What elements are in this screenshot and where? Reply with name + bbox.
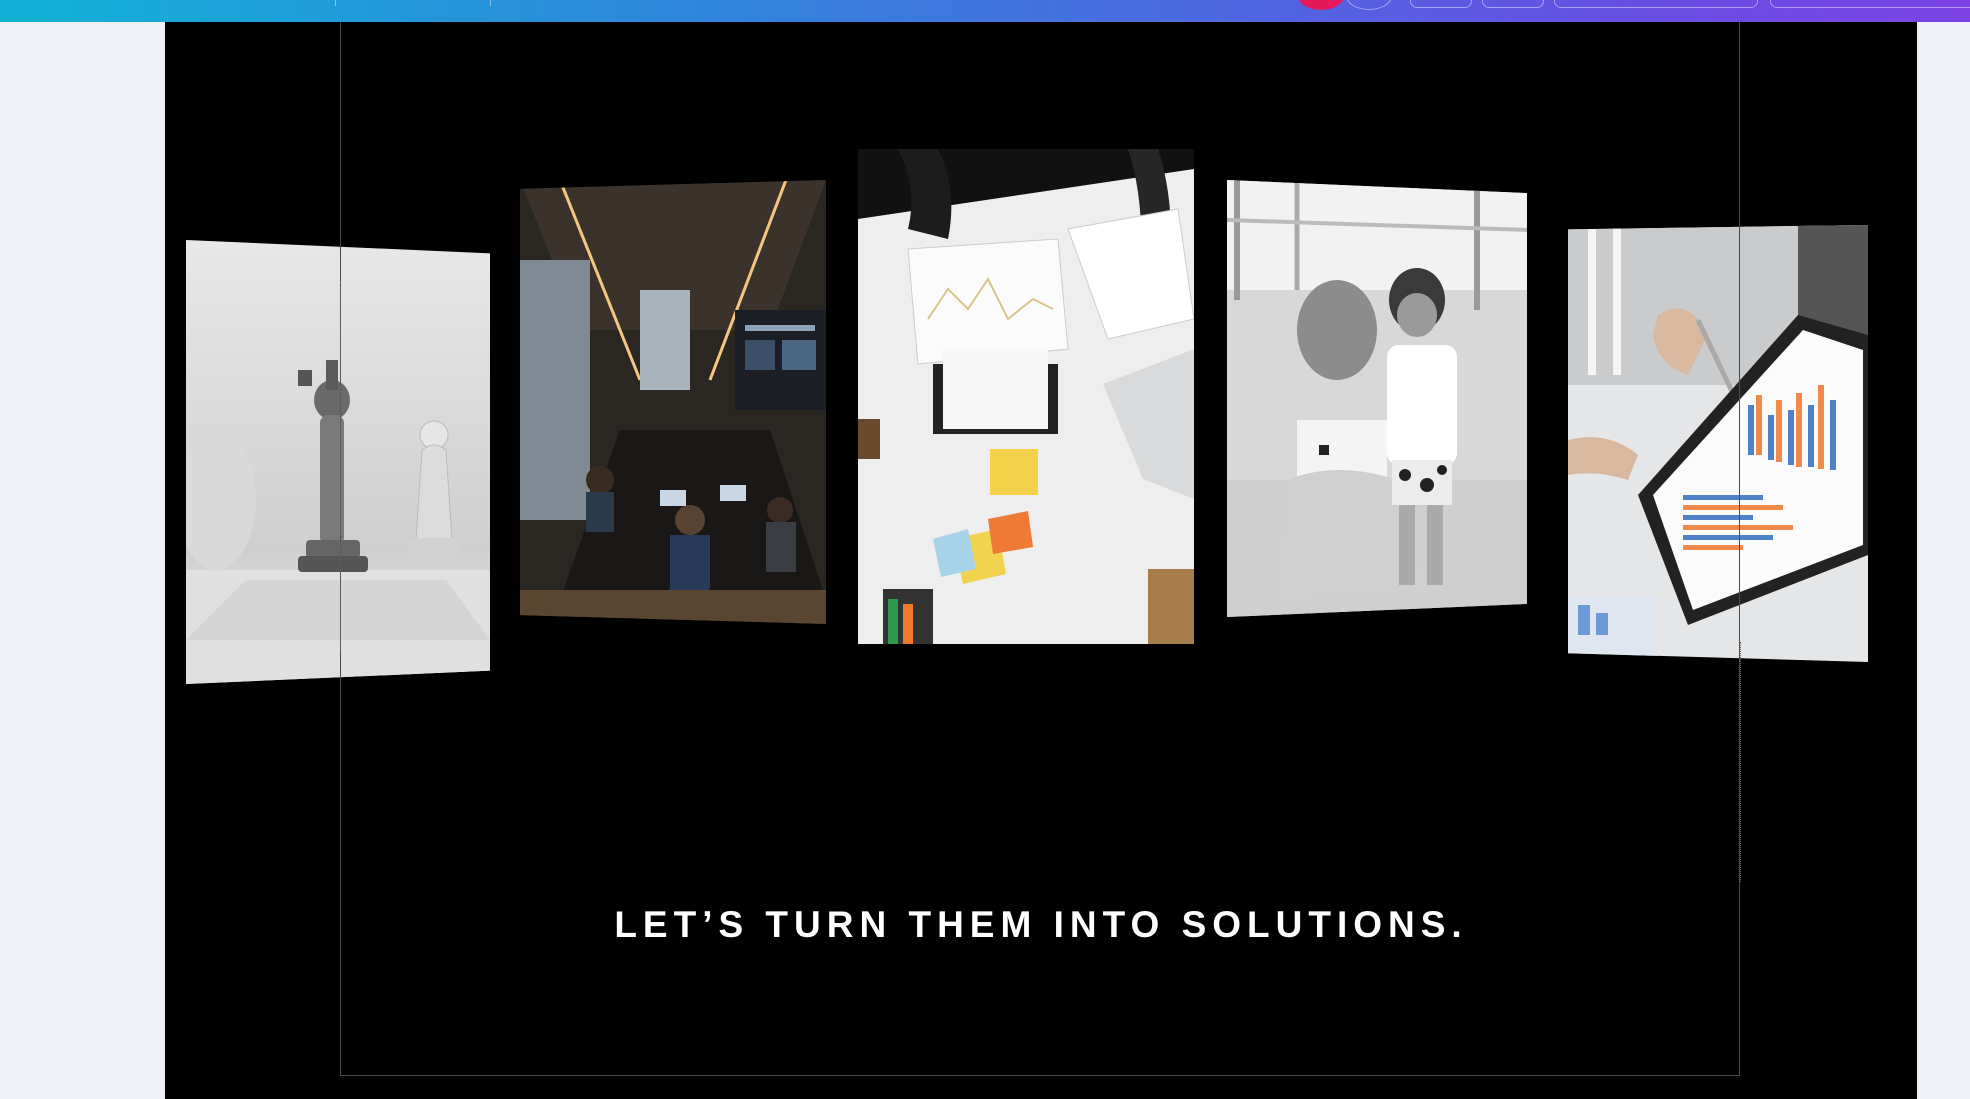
mother-and-daughter-photo (1227, 180, 1527, 617)
clipboard-bar-chart-photo (1568, 225, 1868, 662)
editor-toolbar (0, 0, 1970, 22)
toolbar-button-wide[interactable] (1554, 0, 1758, 8)
office-meeting-room-photo (520, 180, 826, 624)
toolbar-button[interactable] (1410, 0, 1472, 8)
toolbar-divider (335, 0, 336, 6)
toolbar-button[interactable] (1482, 0, 1544, 8)
gallery-image-desk[interactable] (858, 149, 1194, 644)
desk-charts-sticky-notes-photo (858, 149, 1194, 644)
layout-guide-dotted (1740, 642, 1741, 882)
gallery-image-chess[interactable] (186, 240, 490, 684)
hero-section: LET’S TURN THEM INTO SOLUTIONS. (165, 22, 1917, 1099)
gallery-image-clipboard[interactable] (1568, 225, 1868, 662)
layout-guide-dotted (340, 282, 341, 652)
gallery-image-family[interactable] (1227, 180, 1527, 617)
toolbar-divider (490, 0, 491, 6)
record-indicator-icon[interactable] (1298, 0, 1344, 10)
user-avatar[interactable] (1346, 0, 1392, 10)
chess-pieces-photo (186, 240, 490, 684)
hero-headline: LET’S TURN THEM INTO SOLUTIONS. (614, 904, 1468, 945)
gallery-image-office[interactable] (520, 180, 826, 624)
toolbar-button-wide[interactable] (1770, 0, 1970, 8)
